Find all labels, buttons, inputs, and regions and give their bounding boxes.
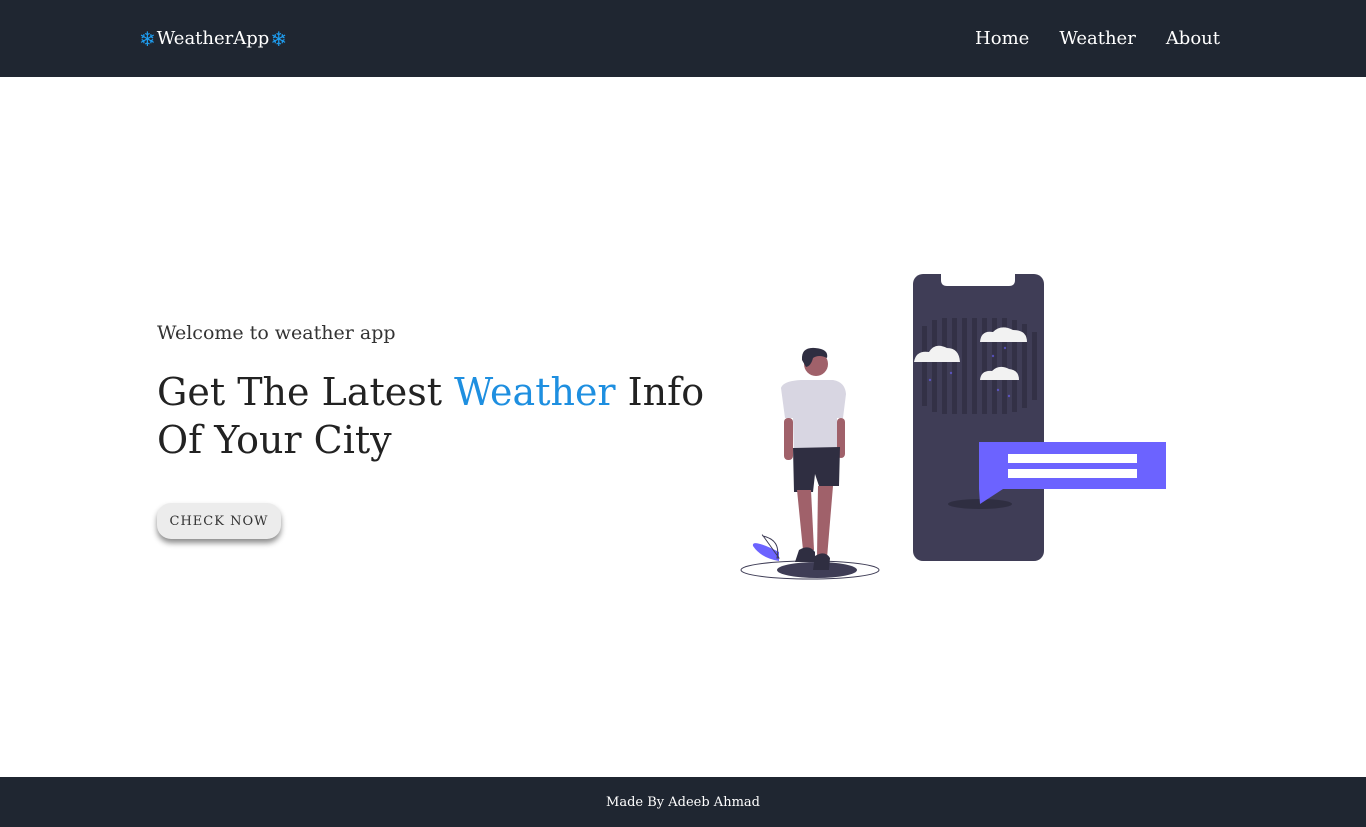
person-with-phone-weather-illustration	[740, 274, 1166, 580]
hero-title-start: Get The Latest	[157, 370, 455, 414]
hero-subtitle: Welcome to weather app	[157, 322, 396, 344]
nav-link-weather[interactable]: Weather	[1059, 26, 1136, 52]
snowflake-icon: ❄	[139, 27, 156, 51]
nav-link-about[interactable]: About	[1166, 26, 1220, 52]
check-now-button[interactable]: CHECK NOW	[157, 503, 281, 539]
brand-link[interactable]: ❄ WeatherApp ❄	[139, 26, 287, 52]
footer-credit: Made By Adeeb Ahmad	[606, 794, 760, 810]
snowflake-icon: ❄	[270, 27, 288, 51]
hero-title: Get The Latest Weather Info Of Your City	[157, 368, 717, 464]
navbar: ❄ WeatherApp ❄ Home Weather About	[0, 0, 1366, 77]
footer: Made By Adeeb Ahmad	[0, 777, 1366, 827]
hero-title-accent: Weather	[454, 370, 616, 414]
nav-links: Home Weather About	[975, 26, 1220, 52]
nav-link-home[interactable]: Home	[975, 26, 1029, 52]
brand-name: WeatherApp	[156, 28, 270, 49]
